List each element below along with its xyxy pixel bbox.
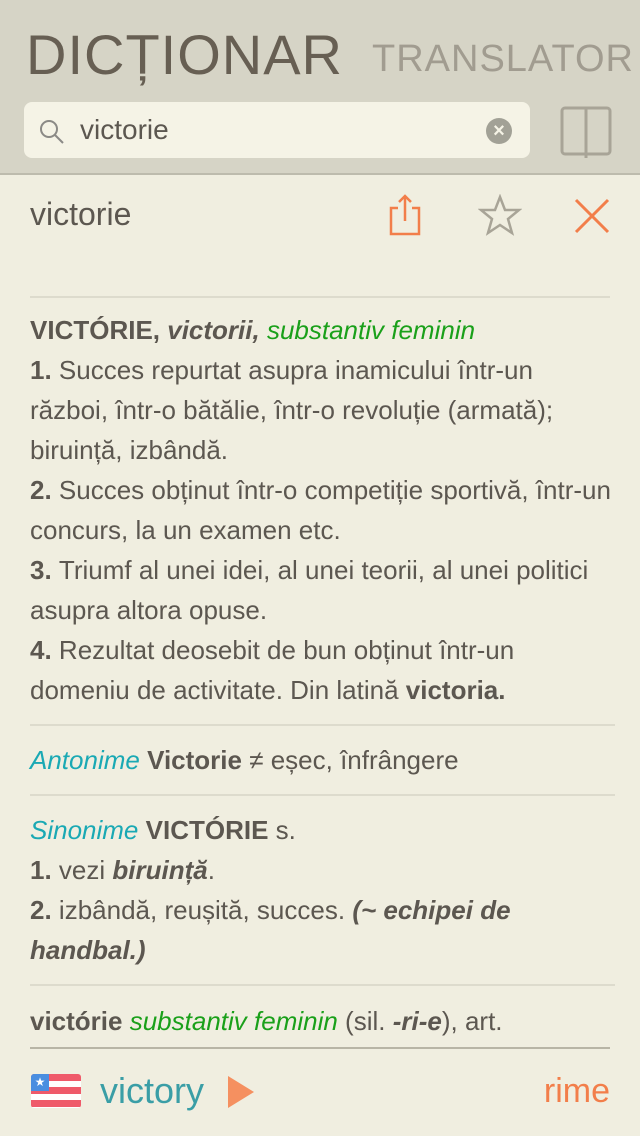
definition-text: VICTÓRIE, bbox=[30, 315, 168, 345]
search-icon bbox=[40, 120, 64, 144]
definition-text: 2. bbox=[30, 895, 59, 925]
close-icon[interactable] bbox=[574, 198, 610, 234]
app-title: DICȚIONAR bbox=[26, 23, 343, 86]
definition-text: substantiv feminin bbox=[129, 1006, 338, 1036]
star-icon[interactable] bbox=[478, 194, 522, 236]
definition-text: 3. bbox=[30, 555, 59, 585]
definition-text: biruință bbox=[112, 855, 208, 885]
divider bbox=[30, 1047, 610, 1049]
divider bbox=[30, 296, 610, 298]
definition-text: izbândă, reușită, succes. bbox=[58, 895, 353, 925]
definition-text: Victorie bbox=[147, 745, 242, 775]
definition-text: 2. bbox=[30, 475, 59, 505]
definition-content: VICTÓRIE, victorii, substantiv feminin 1.… bbox=[30, 310, 615, 1000]
book-icon[interactable] bbox=[560, 106, 612, 158]
header: DICȚIONAR TRANSLATOR × bbox=[0, 0, 640, 175]
definition-text: Triumf al unei idei, al unei teorii, al … bbox=[30, 555, 589, 625]
definition-text: Antonime bbox=[30, 745, 148, 775]
definition-text: victoria. bbox=[405, 675, 506, 705]
definition-section: VICTÓRIE, victorii, substantiv feminin 1.… bbox=[30, 310, 615, 726]
definition-text: Sinonime bbox=[30, 815, 146, 845]
play-icon[interactable] bbox=[228, 1076, 254, 1108]
definition-text: Succes obținut într-o competiție sportiv… bbox=[30, 475, 611, 545]
definition-text: -ri-e bbox=[392, 1006, 442, 1036]
rhymes-button[interactable]: rime bbox=[544, 1072, 610, 1111]
search-field[interactable]: × bbox=[24, 102, 530, 158]
last-line: victórie substantiv feminin (sil. -ri-e)… bbox=[30, 1006, 503, 1037]
share-icon[interactable] bbox=[388, 194, 422, 236]
definition-text: victorii, bbox=[167, 315, 267, 345]
definition-text: ), art. bbox=[441, 1006, 503, 1036]
definition-text: vezi bbox=[58, 855, 113, 885]
definition-text: 4. bbox=[30, 635, 59, 665]
clear-icon[interactable]: × bbox=[486, 118, 512, 144]
definition-text: s. bbox=[268, 815, 296, 845]
definition-text: 1. bbox=[30, 355, 59, 385]
search-input[interactable] bbox=[80, 110, 480, 150]
definition-text: Succes repurtat asupra inamicului într-u… bbox=[30, 355, 554, 465]
definition-text: victórie bbox=[30, 1006, 130, 1036]
translation-link[interactable]: victory bbox=[100, 1070, 204, 1112]
translator-tab[interactable]: TRANSLATOR bbox=[372, 38, 634, 81]
definition-section: Sinonime VICTÓRIE s. 1. vezi biruință. 2. … bbox=[30, 810, 615, 986]
definition-text: . bbox=[207, 855, 215, 885]
us-flag-icon[interactable]: ★ bbox=[31, 1074, 81, 1108]
definition-text: 1. bbox=[30, 855, 59, 885]
entry-word: victorie bbox=[30, 196, 132, 232]
definition-text: ≠ eșec, înfrângere bbox=[241, 745, 459, 775]
definition-section: Antonime Victorie ≠ eșec, înfrângere bbox=[30, 740, 615, 796]
definition-text: VICTÓRIE bbox=[145, 815, 269, 845]
definition-text: (sil. bbox=[337, 1006, 393, 1036]
definition-text: substantiv feminin bbox=[266, 315, 476, 345]
